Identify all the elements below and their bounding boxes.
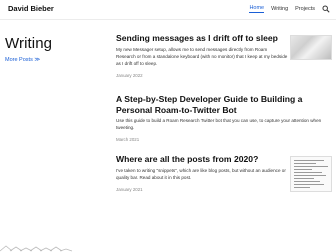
- post-date: January 2022: [116, 73, 143, 79]
- search-icon[interactable]: [322, 5, 330, 13]
- sidebar: Writing More Posts ≫: [5, 35, 105, 63]
- main-nav: Home Writing Projects: [249, 5, 330, 13]
- more-posts-link[interactable]: More Posts ≫: [5, 57, 105, 63]
- site-header: David Bieber Home Writing Projects: [0, 0, 336, 20]
- post-thumbnail[interactable]: [290, 156, 332, 192]
- post-excerpt: Use this guide to build a Roam Research …: [116, 118, 322, 131]
- post-title[interactable]: Where are all the posts from 2020?: [116, 154, 288, 165]
- post-excerpt: I've taken to writing "snippets", which …: [116, 167, 286, 180]
- page-bottom-edge: [0, 238, 336, 252]
- post-title[interactable]: A Step-by-Step Developer Guide to Buildi…: [116, 94, 331, 115]
- bottom-decoration: [0, 245, 73, 252]
- post-item: A Step-by-Step Developer Guide to Buildi…: [116, 94, 331, 142]
- site-title[interactable]: David Bieber: [8, 4, 54, 13]
- post-thumbnail[interactable]: [290, 35, 332, 60]
- page-title: Writing: [5, 35, 53, 52]
- nav-writing[interactable]: Writing: [271, 6, 288, 12]
- nav-projects[interactable]: Projects: [295, 6, 315, 12]
- post-excerpt: My new Messager setup, allows me to send…: [116, 46, 288, 66]
- post-date: March 2021: [116, 137, 140, 143]
- post-title[interactable]: Sending messages as I drift off to sleep: [116, 33, 288, 44]
- nav-home[interactable]: Home: [249, 5, 265, 13]
